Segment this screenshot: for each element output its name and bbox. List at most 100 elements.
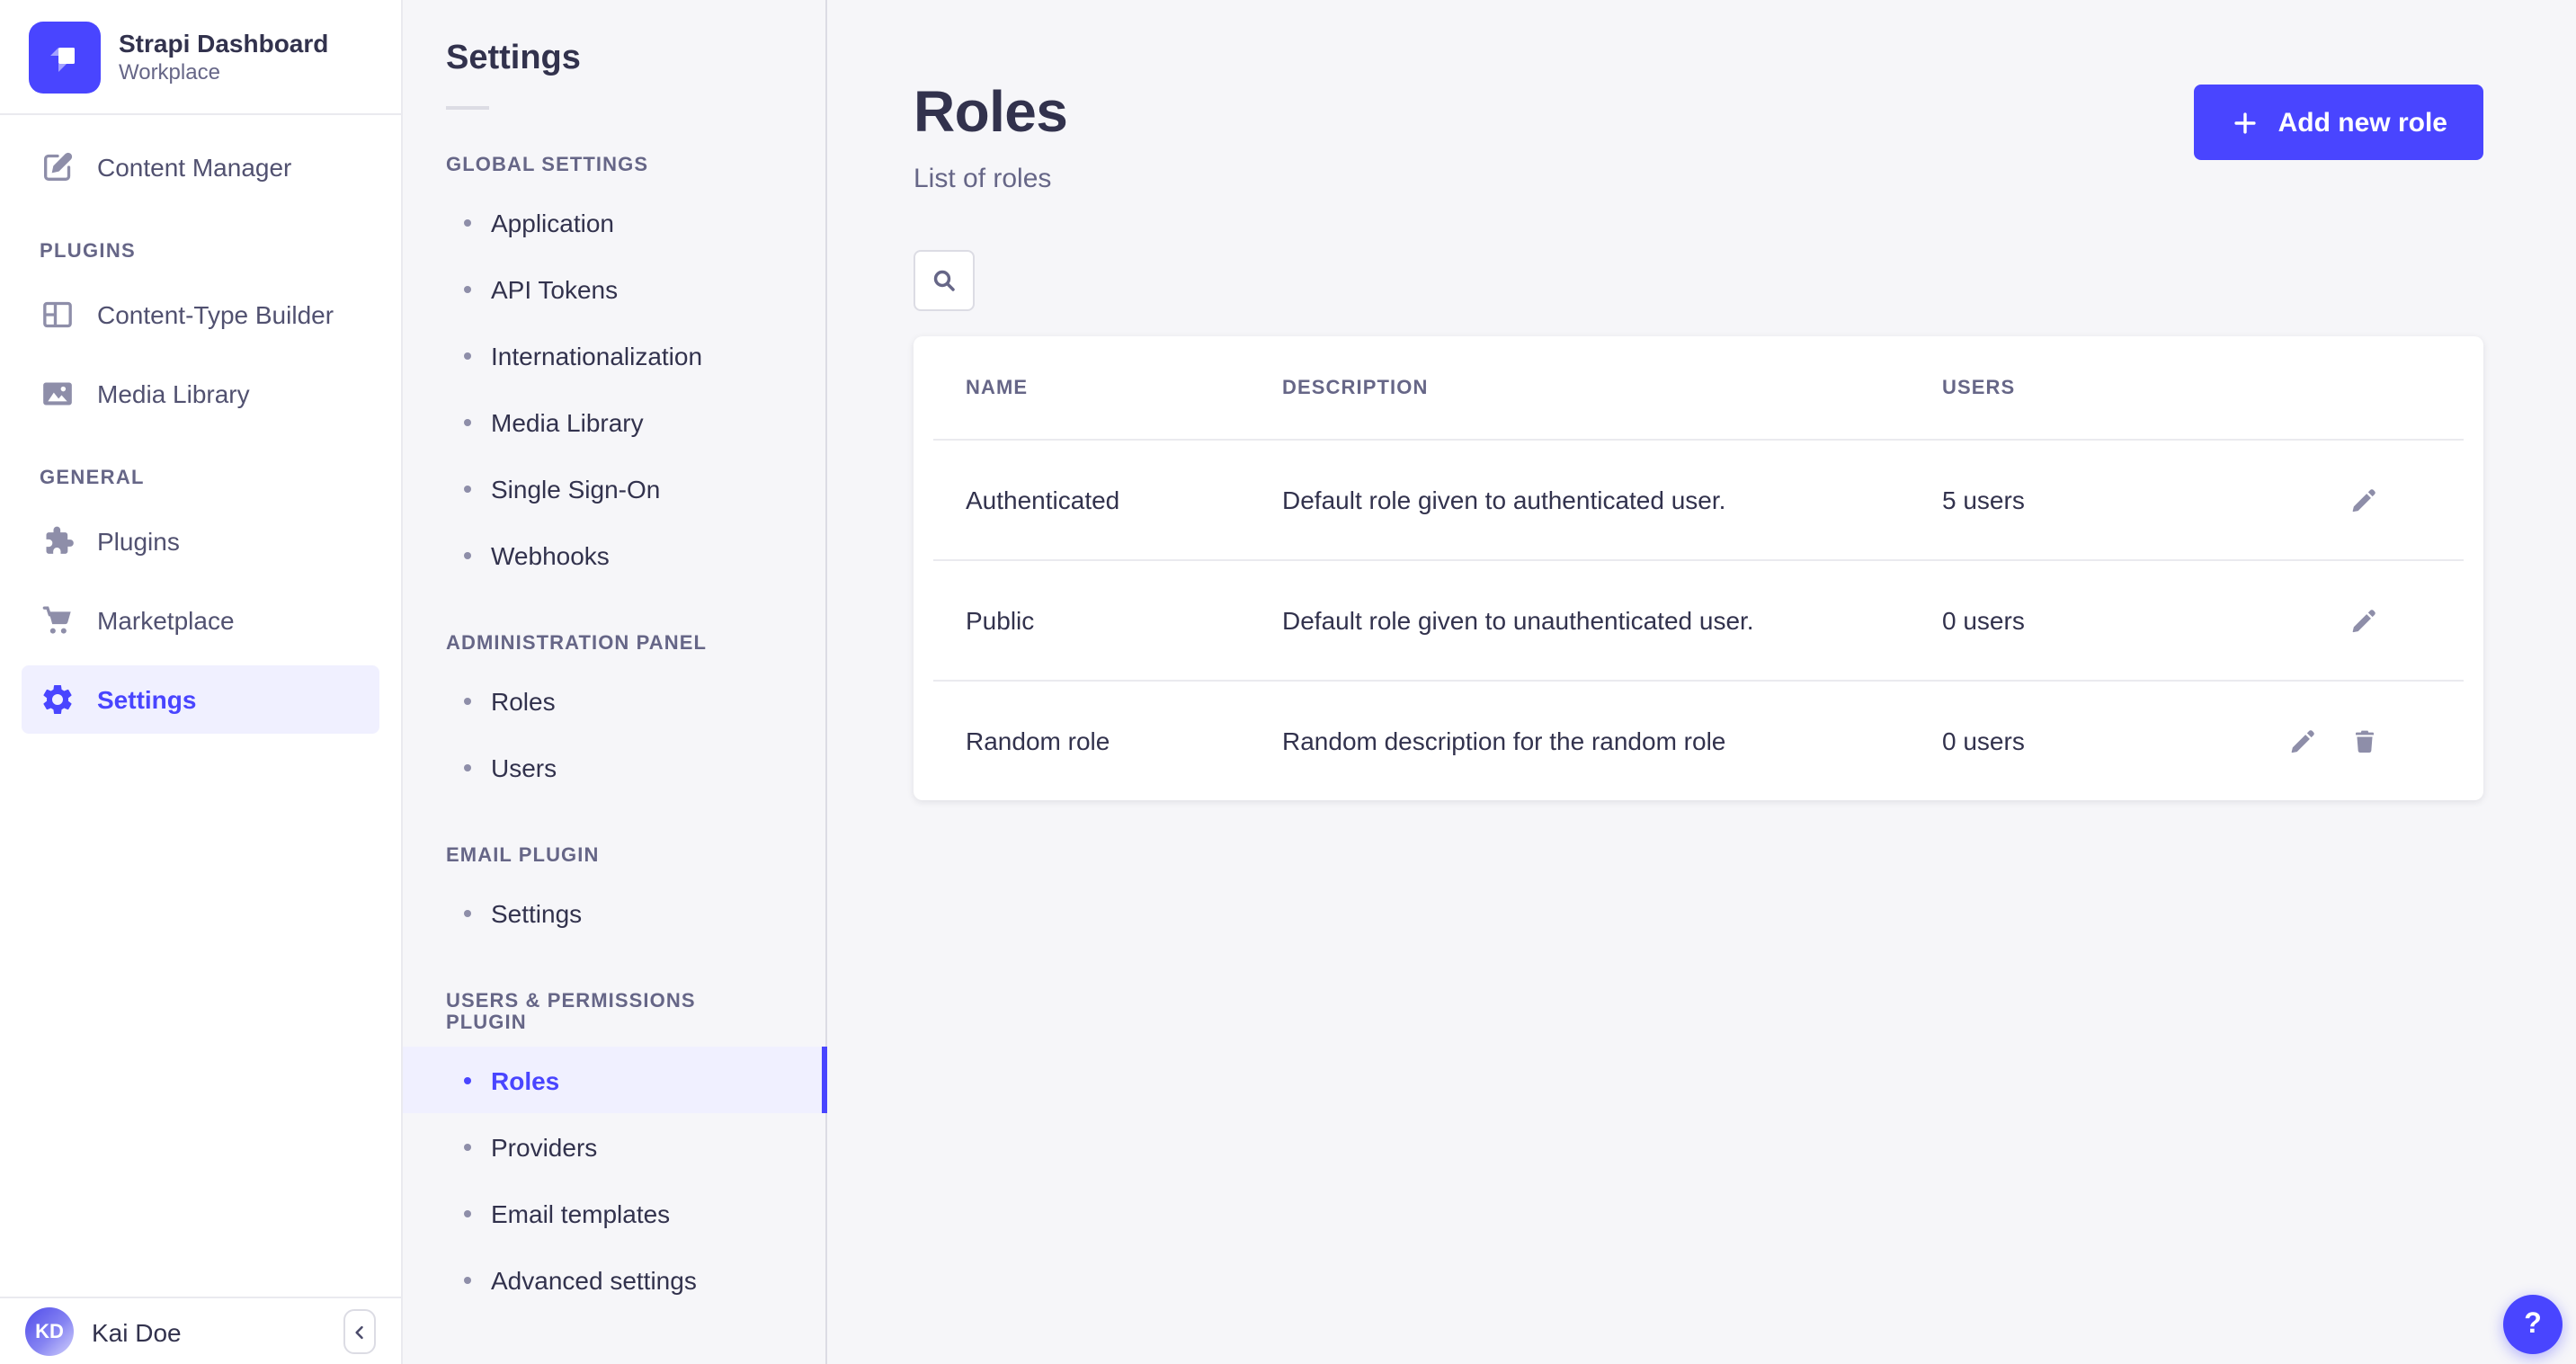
settings-item-admin-roles[interactable]: Roles [403,667,825,734]
settings-item-label: Single Sign-On [491,474,660,503]
column-header-name: NAME [942,377,1259,398]
bullet-icon [464,285,471,292]
settings-item-label: Internationalization [491,341,702,370]
bullet-icon [464,218,471,226]
settings-item-label: Roles [491,1065,559,1094]
bullet-icon [464,697,471,704]
settings-item-label: Users [491,753,557,781]
sidebar-item-settings[interactable]: Settings [22,665,379,734]
search-icon [930,266,958,295]
main-content: Roles List of roles Add new role [827,0,2576,1364]
divider [446,106,489,110]
bullet-icon [464,485,471,492]
table-header-row: NAME DESCRIPTION USERS [914,336,2483,439]
bullet-icon [464,763,471,771]
settings-item-email-settings[interactable]: Settings [403,879,825,946]
settings-item-advanced-settings[interactable]: Advanced settings [403,1246,825,1313]
delete-role-button[interactable] [2350,727,2379,755]
user-section: KD Kai Doe [0,1297,401,1364]
role-name: Authenticated [942,486,1259,514]
settings-item-providers[interactable]: Providers [403,1113,825,1180]
avatar[interactable]: KD [25,1307,74,1356]
nav-section-general: GENERAL [22,468,379,489]
edit-role-button[interactable] [2289,727,2318,755]
collapse-sidebar-button[interactable] [343,1309,376,1354]
settings-item-internationalization[interactable]: Internationalization [403,322,825,388]
content-type-builder-icon [40,297,76,333]
settings-item-media-library[interactable]: Media Library [403,388,825,455]
role-description: Default role given to authenticated user… [1259,486,1919,514]
settings-item-single-sign-on[interactable]: Single Sign-On [403,455,825,522]
settings-item-label: Providers [491,1132,597,1161]
edit-role-button[interactable] [2350,486,2379,514]
add-new-role-button[interactable]: Add new role [2194,85,2483,160]
bullet-icon [464,1143,471,1150]
page-subtitle: List of roles [914,164,1067,194]
help-button[interactable]: ? [2503,1295,2563,1354]
role-users-count: 0 users [1919,606,2224,635]
sidebar-item-label: Marketplace [97,606,235,635]
sidebar-item-marketplace[interactable]: Marketplace [22,586,379,655]
section-global-settings: GLOBAL SETTINGS [446,155,782,176]
search-button[interactable] [914,250,975,311]
bullet-icon [464,418,471,425]
content-manager-icon [40,149,76,185]
sidebar-item-label: Media Library [97,379,250,408]
settings-item-admin-users[interactable]: Users [403,734,825,800]
role-name: Public [942,606,1259,635]
role-description: Random description for the random role [1259,727,1919,755]
plugins-icon [40,523,76,559]
roles-table: NAME DESCRIPTION USERS Authenticated Def… [914,336,2483,800]
app-title: Strapi Dashboard [119,27,328,59]
pencil-icon [2350,606,2379,635]
settings-gear-icon [40,682,76,718]
settings-item-label: Email templates [491,1199,670,1227]
chevron-left-icon [351,1323,369,1341]
settings-item-application[interactable]: Application [403,189,825,255]
pencil-icon [2289,727,2318,755]
bullet-icon [464,551,471,558]
sidebar-item-plugins[interactable]: Plugins [22,507,379,575]
main-nav-list: Content Manager PLUGINS Content-Type Bui… [0,113,401,1297]
trash-icon [2350,727,2379,755]
sidebar-item-media-library[interactable]: Media Library [22,360,379,428]
sidebar-item-label: Content-Type Builder [97,300,334,329]
role-description: Default role given to unauthenticated us… [1259,606,1919,635]
row-actions [2224,486,2455,514]
role-users-count: 0 users [1919,727,2224,755]
row-actions [2224,606,2455,635]
table-row-random-role[interactable]: Random role Random description for the r… [914,682,2483,800]
plus-icon [2230,107,2260,138]
sidebar-item-label: Content Manager [97,153,291,182]
sidebar-item-content-type-builder[interactable]: Content-Type Builder [22,281,379,349]
column-header-description: DESCRIPTION [1259,377,1919,398]
settings-item-label: Media Library [491,407,644,436]
media-library-icon [40,376,76,412]
add-new-role-label: Add new role [2278,107,2447,138]
table-row-public[interactable]: Public Default role given to unauthentic… [914,561,2483,680]
bullet-icon [464,1209,471,1217]
workspace-switcher[interactable]: Strapi Dashboard Workplace [0,0,401,113]
edit-role-button[interactable] [2350,606,2379,635]
column-header-users: USERS [1919,377,2224,398]
strapi-dashboard: Strapi Dashboard Workplace Content Manag… [0,0,2576,1364]
settings-item-up-roles[interactable]: Roles [403,1047,825,1113]
settings-item-api-tokens[interactable]: API Tokens [403,255,825,322]
settings-item-email-templates[interactable]: Email templates [403,1180,825,1246]
table-row-authenticated[interactable]: Authenticated Default role given to auth… [914,441,2483,559]
role-users-count: 5 users [1919,486,2224,514]
settings-item-label: API Tokens [491,274,618,303]
workspace-info: Strapi Dashboard Workplace [119,27,328,88]
sidebar-item-label: Plugins [97,527,180,556]
settings-sub-sidebar: Settings GLOBAL SETTINGS Application API… [403,0,827,1364]
sidebar-item-content-manager[interactable]: Content Manager [22,133,379,201]
workspace-name: Workplace [119,60,328,88]
settings-item-webhooks[interactable]: Webhooks [403,522,825,588]
sidebar-item-label: Settings [97,685,196,714]
question-mark-icon: ? [2524,1308,2542,1341]
section-users-permissions-plugin: USERS & PERMISSIONS PLUGIN [446,991,782,1034]
nav-section-plugins: PLUGINS [22,241,379,263]
user-name: Kai Doe [92,1317,182,1346]
bullet-icon [464,352,471,359]
bullet-icon [464,1276,471,1283]
